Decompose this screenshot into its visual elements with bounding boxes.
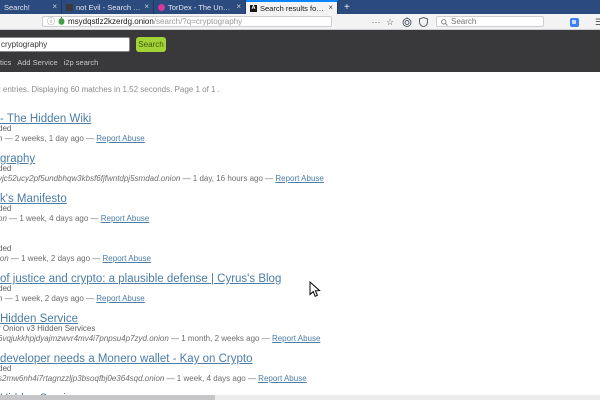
report-abuse-link[interactable]: Report Abuse [96,134,144,143]
result-title-link[interactable]: of justice and crypto: a plausible defen… [0,273,281,285]
horizontal-scrollbar[interactable] [0,395,600,400]
noscript-shield-icon[interactable] [416,14,430,30]
onion-icon [58,17,65,27]
result-onion-url: 6vqjukkhpjdyajmzwvr4mv4i7pnpsu4p7zyd.oni… [0,334,169,343]
result-meta: n — 1 week, 2 days ago — Report Abuse [0,294,600,304]
result-description: r Onion v3 Hidden Services [0,324,600,334]
close-icon[interactable]: × [52,3,57,11]
result-meta: 6vqjukkhpjdyajmzwvr4mv4i7pnpsu4p7zyd.oni… [0,334,600,344]
result-description: ded [0,164,600,174]
result-title-link[interactable]: developer needs a Monero wallet - Kay on… [0,353,253,365]
search-result: k's Manifesto ded on — 1 week, 4 days ag… [0,191,600,224]
close-icon[interactable]: × [328,4,333,12]
navigation-toolbar: ⓘ msydqstlz2kzerdg.onion/search/?q=crypt… [0,14,600,30]
new-tab-button[interactable]: + [338,0,356,14]
tab-notevil[interactable]: not Evil - Search Tor × [62,0,154,14]
search-result: Hidden Service r Onion v3 Hidden Service… [0,311,600,344]
extension-icon[interactable] [568,14,580,30]
report-abuse-link[interactable]: Report Abuse [96,294,144,303]
result-description: ded [0,244,600,254]
results-stats-line: r entries. Displaying 60 matches in 1.52… [0,85,600,95]
result-description: ded [0,284,600,294]
site-info-icon[interactable]: ⓘ [47,17,55,26]
notevil-favicon-icon [66,4,73,11]
result-age: — 1 day, 16 hours ago — [180,174,275,183]
url-bar[interactable]: ⓘ msydqstlz2kzerdg.onion/search/?q=crypt… [42,16,332,27]
bookmark-star-icon[interactable]: ☆ [384,14,396,30]
site-search-input[interactable] [0,37,130,52]
tab-title: Search results for cryptography [260,4,325,13]
tab-ahmia-active[interactable]: A Search results for cryptography × [246,0,338,14]
report-abuse-link[interactable]: Report Abuse [103,254,151,263]
browser-window: Search! × not Evil - Search Tor × TorDex… [0,0,600,400]
site-header: Search tics Add Service i2p search [0,30,600,72]
report-abuse-link[interactable]: Report Abuse [101,214,149,223]
result-onion-url: on [0,214,7,223]
tab-bar: Search! × not Evil - Search Tor × TorDex… [0,0,600,14]
search-icon [441,13,448,31]
tab-title: not Evil - Search Tor [76,3,141,12]
page-actions-icon[interactable]: ⋯ [370,14,382,30]
nav-link-statistics[interactable]: tics [0,58,11,67]
result-meta: s2mw6nh4i7rtagnzzljp3bsoqfbj0e364sqd.oni… [0,374,600,384]
result-age: — 1 month, 2 weeks ago — [169,334,272,343]
tab-title: Search! [4,3,49,12]
search-result: ded ion — 1 week, 2 days ago — Report Ab… [0,231,600,264]
url-domain: msydqstlz2kzerdg.onion [68,17,154,26]
result-age: — 1 week, 4 days ago — [7,214,101,223]
result-age: — 1 week, 2 days ago — [2,294,96,303]
result-age: — 1 week, 4 days ago — [164,374,258,383]
result-description: ded [0,124,600,134]
result-onion-url: yjc52ucy2pf5undbhqw3kbsf6fjfwntdpj5smdad… [0,174,180,183]
site-nav: tics Add Service i2p search [0,58,98,67]
scrollbar-thumb[interactable] [0,395,215,400]
result-meta: yjc52ucy2pf5undbhqw3kbsf6fjfwntdpj5smdad… [0,174,600,184]
nav-link-add-service[interactable]: Add Service [17,58,57,67]
report-abuse-link[interactable]: Report Abuse [272,334,320,343]
search-result: of justice and crypto: a plausible defen… [0,271,600,304]
toolbar-search-box[interactable] [436,16,544,27]
report-abuse-link[interactable]: Report Abuse [275,174,323,183]
search-result: graphy ded yjc52ucy2pf5undbhqw3kbsf6fjfw… [0,151,600,184]
close-icon[interactable]: × [144,3,149,11]
result-description: ded [0,204,600,214]
tordex-favicon-icon [158,4,165,11]
tor-onion-icon[interactable] [400,14,414,30]
result-age: — 2 weeks, 1 day ago — [2,134,96,143]
result-description: ded [0,364,600,374]
result-meta: n — 2 weeks, 1 day ago — Report Abuse [0,134,600,144]
site-search-button[interactable]: Search [136,37,166,52]
url-text: msydqstlz2kzerdg.onion/search/?q=cryptog… [68,17,242,26]
url-path: /search/?q=cryptography [154,17,242,26]
result-meta: ion — 1 week, 2 days ago — Report Abuse [0,254,600,264]
search-result: - The Hidden Wiki ded n — 2 weeks, 1 day… [0,111,600,144]
toolbar-search-input[interactable] [451,17,531,26]
hamburger-menu-icon[interactable]: ☰ [592,14,600,30]
tab-tordex[interactable]: TorDex - The Uncensored Tor Sea × [154,0,246,14]
tab-search[interactable]: Search! × [0,0,62,14]
result-title-link[interactable]: - The Hidden Wiki [0,113,91,125]
ahmia-favicon-icon: A [250,5,257,12]
search-result: developer needs a Monero wallet - Kay on… [0,351,600,384]
result-onion-url: s2mw6nh4i7rtagnzzljp3bsoqfbj0e364sqd.oni… [0,374,164,383]
close-icon[interactable]: × [236,3,241,11]
nav-link-i2p-search[interactable]: i2p search [64,58,99,67]
report-abuse-link[interactable]: Report Abuse [258,374,306,383]
results-area: r entries. Displaying 60 matches in 1.52… [0,72,600,400]
result-onion-url: ion [0,254,9,263]
tab-title: TorDex - The Uncensored Tor Sea [168,3,233,12]
result-age: — 1 week, 2 days ago — [9,254,103,263]
result-meta: on — 1 week, 4 days ago — Report Abuse [0,214,600,224]
